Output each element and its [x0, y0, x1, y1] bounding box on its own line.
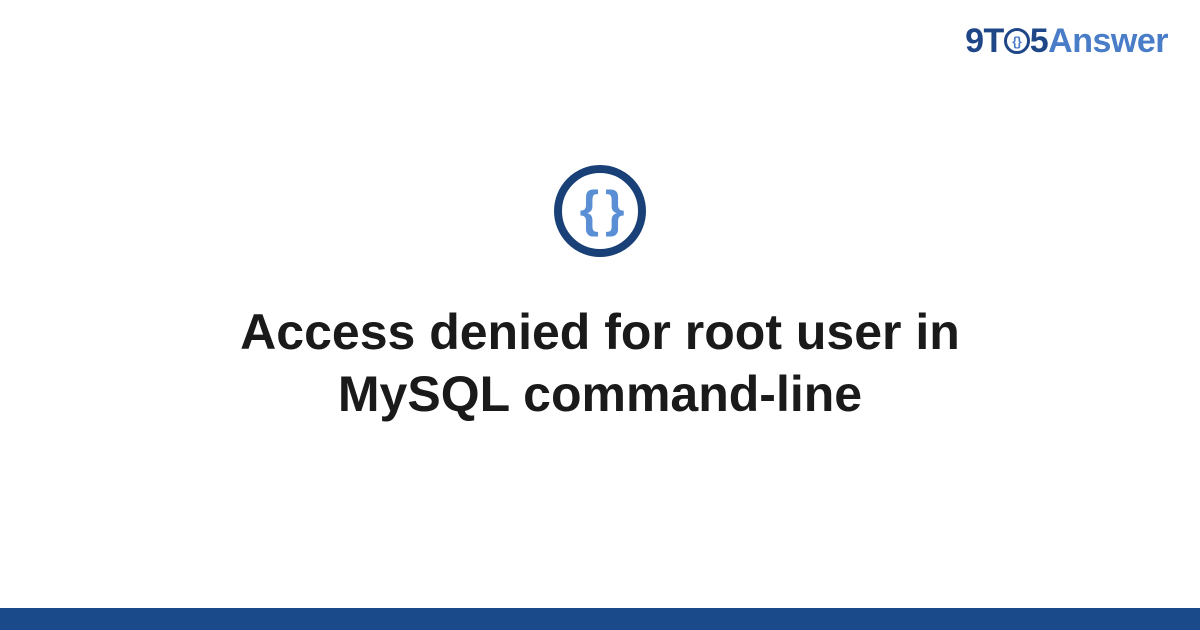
- page-title: Access denied for root user in MySQL com…: [150, 301, 1050, 426]
- braces-icon: { }: [580, 184, 621, 234]
- footer-bar: [0, 608, 1200, 630]
- main-content: { } Access denied for root user in MySQL…: [0, 0, 1200, 630]
- code-category-icon: { }: [554, 165, 646, 257]
